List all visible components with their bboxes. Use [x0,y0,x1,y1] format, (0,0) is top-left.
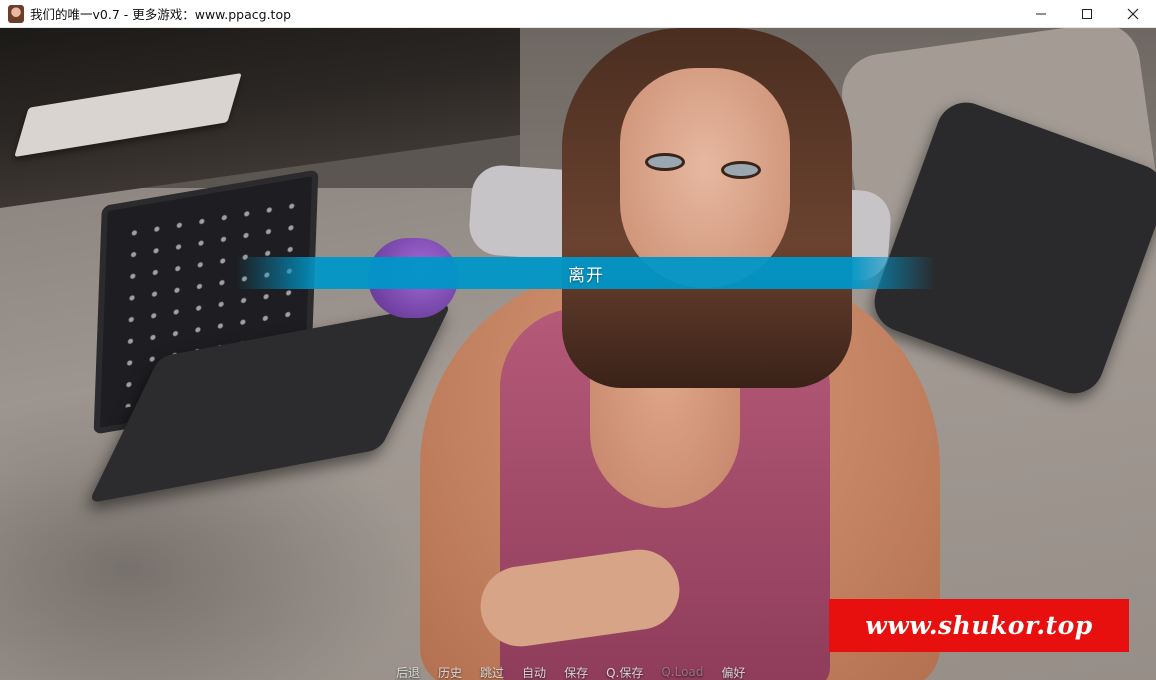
quick-menu-skip[interactable]: 跳过 [480,664,504,680]
watermark-text: www.shukor.top [865,611,1093,640]
choice-option-leave[interactable]: 离开 [236,257,936,289]
game-scene[interactable]: 离开 www.shukor.top 后退 历史 跳过 自动 保存 Q.保存 Q.… [0,28,1156,680]
watermark-banner: www.shukor.top [829,599,1129,652]
maximize-button[interactable] [1064,0,1110,28]
maximize-icon [1082,9,1092,19]
quick-menu: 后退 历史 跳过 自动 保存 Q.保存 Q.Load 偏好 [396,664,763,680]
quick-menu-history[interactable]: 历史 [438,664,462,680]
minimize-button[interactable] [1018,0,1064,28]
quick-menu-quick-save[interactable]: Q.保存 [606,664,643,680]
character-left-eye [648,156,682,168]
window-title: 我们的唯一v0.7 - 更多游戏：www.ppacg.top [30,7,292,22]
close-icon [1127,8,1139,20]
close-button[interactable] [1110,0,1156,28]
quick-menu-back[interactable]: 后退 [396,664,420,680]
window-controls [1018,0,1156,28]
quick-menu-preferences[interactable]: 偏好 [721,664,745,680]
character-portrait-icon [8,4,24,23]
minimize-icon [1036,13,1046,15]
choice-option-label: 离开 [568,265,604,286]
character-right-eye [724,164,758,176]
window-titlebar: 我们的唯一v0.7 - 更多游戏：www.ppacg.top [0,0,1156,28]
quick-menu-auto[interactable]: 自动 [522,664,546,680]
quick-menu-quick-load[interactable]: Q.Load [661,665,703,679]
quick-menu-save[interactable]: 保存 [564,664,588,680]
character-face [620,68,790,288]
